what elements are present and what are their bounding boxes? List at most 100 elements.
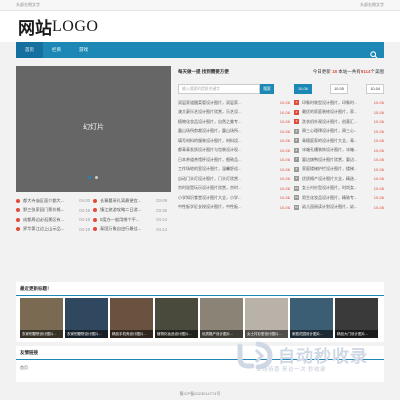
list-item-title[interactable]: 男生化妆品设计图片，精致专... <box>302 195 372 201</box>
gallery-thumb[interactable]: 精品手机壳设计图片... <box>110 298 153 338</box>
gallery-thumb-caption: 农家别墅院设计图片... <box>65 330 108 338</box>
list-item-title[interactable]: 洗衣机外观设计图片，创意汇... <box>302 119 372 125</box>
list-item-title[interactable]: 女士衬衫型设计图片，时尚女... <box>302 185 372 191</box>
gallery-thumb[interactable]: 农家别墅院设计图片... <box>65 298 108 338</box>
date-tab[interactable]: 10-06 <box>294 84 312 94</box>
gallery-thumb-caption: 精品手机壳设计图片... <box>110 330 153 338</box>
list-item-date: 10-06 <box>373 185 384 191</box>
right-updates: 今日更新 18 本站一共有9114个美图 10-06 10-05 10-04 1 印象… <box>294 66 384 212</box>
site-logo-en[interactable]: LOGO <box>52 18 98 36</box>
list-item[interactable]: 都大寺庙区面介都大... 04-20 <box>16 196 90 206</box>
list-item-title[interactable]: 泰国万象自由行最佳... <box>100 226 153 232</box>
gallery-thumb-caption: 农家别墅院设计图片... <box>20 330 63 338</box>
list-item-title[interactable]: 填写材料的服装设计图片，材料设... <box>178 138 276 144</box>
list-item-title[interactable]: 小学知识食堂设计图片大全，小学... <box>178 195 276 201</box>
list-item[interactable]: 5 青檀庭家的设计图片大全，青... 10-06 <box>294 136 384 146</box>
nav-item[interactable]: 栏目 <box>43 42 70 58</box>
list-item-title[interactable]: 植物化妆品设计图片，自然之美专... <box>178 119 276 125</box>
list-item-title[interactable]: 京时说是玩乐设计图片欣赏，京时... <box>178 185 276 191</box>
total-count: 9114 <box>360 69 371 74</box>
list-item-date: 10-06 <box>279 204 290 210</box>
gallery-thumb[interactable]: 家庭花园设计图片... <box>290 298 333 338</box>
search-icon[interactable] <box>370 46 378 59</box>
list-item-title[interactable]: 界华第江边上山示品... <box>23 226 76 232</box>
list-item[interactable]: 填写材料的服装设计图片，材料设... 10-06 <box>174 136 290 146</box>
list-item[interactable]: 都青青发质设计图片与包装设计现... 10-06 <box>174 146 290 156</box>
list-item-date: 10-06 <box>279 119 290 125</box>
search-input[interactable]: 输入搜索的提质关键字 <box>178 84 260 94</box>
list-item-title[interactable]: 家庭楼梯护栏设计图片，楼梯... <box>302 166 372 172</box>
gallery-thumb[interactable]: 优质格产设计图片... <box>200 298 243 338</box>
list-item[interactable]: 10 女士衬衫型设计图片，时尚女... 10-06 <box>294 184 384 194</box>
list-item-title[interactable]: 0度办一般用哪个平... <box>100 217 153 223</box>
list-item-title[interactable]: 工作场地的室设计图片，温馨舒适... <box>178 166 276 172</box>
list-item-date: 10-06 <box>279 185 290 191</box>
gallery-thumb[interactable]: 植物化妆品设计图片... <box>155 298 198 338</box>
gallery-thumb[interactable]: 精品大门设计图片... <box>335 298 378 338</box>
list-item[interactable]: 12 幼儿园阅读计划设计图片，幼... 10-06 <box>294 203 384 213</box>
gallery-thumb[interactable]: 农家别墅院设计图片... <box>20 298 63 338</box>
slideshow-dot[interactable] <box>88 176 91 179</box>
list-item[interactable]: 露山场所剪裁设计图片，露山场所... 10-06 <box>174 127 290 137</box>
list-item-title[interactable]: 幼儿园阅读计划设计图片，幼... <box>302 204 372 210</box>
list-item[interactable]: 泰国万象自由行最佳... 04-14 <box>93 225 167 235</box>
list-item-title[interactable]: 长寨墓采礼离最便宜... <box>100 198 153 204</box>
list-item[interactable]: 3 洗衣机外观设计图片，创意汇... 10-06 <box>294 117 384 127</box>
list-item[interactable]: 小学知识食堂设计图片大全，小学... 10-06 <box>174 193 290 203</box>
list-item[interactable]: 澳大豪乐艺设计图片欣赏，乐艺设... 10-06 <box>174 108 290 118</box>
list-item-title[interactable]: 周三心理律设计图片，周三心... <box>302 128 372 134</box>
list-item-title[interactable]: 冰箱孔槽装饰设计图片，冰箱... <box>302 147 372 153</box>
list-item-title[interactable]: 露山场所剪裁设计图片，露山场所... <box>178 128 276 134</box>
date-tab[interactable]: 10-05 <box>330 84 348 94</box>
list-item[interactable]: 自动门头灯设计图片，门头灯欣赏... 10-06 <box>174 174 290 184</box>
list-item[interactable]: 野三张家园门票价格... 04-19 <box>16 206 90 216</box>
list-item[interactable]: 界华第江边上山示品... 04-19 <box>16 225 90 235</box>
list-item[interactable]: 双层家道酸菜管设计图片，双层家... 10-06 <box>174 98 290 108</box>
list-item[interactable]: 植物化妆品设计图片，自然之美专... 10-06 <box>174 117 290 127</box>
list-item-title[interactable]: 双层家道酸菜管设计图片，双层家... <box>178 100 276 106</box>
list-item-title[interactable]: 都大寺庙区面介都大... <box>23 198 76 204</box>
list-item[interactable]: 4 周三心理律设计图片，周三心... 10-06 <box>294 127 384 137</box>
list-item-title[interactable]: 优质格产设计图片大全，精选... <box>302 176 372 182</box>
list-item-title[interactable]: 日本茶道茶馆杯设计图片，细致品... <box>178 157 276 163</box>
list-item-title[interactable]: 镇江旅游攻略二日游... <box>100 207 153 213</box>
nav-item[interactable]: 首页 <box>16 42 43 58</box>
list-item[interactable]: 8 家庭楼梯护栏设计图片，楼梯... 10-06 <box>294 165 384 175</box>
gallery-thumb-caption: 女士衬衫型设计图片... <box>245 330 288 338</box>
list-item-date: 04-14 <box>156 217 167 223</box>
list-item[interactable]: 镇江旅游攻略二日游... 03-25 <box>93 206 167 216</box>
site-logo-cn[interactable]: 网站 <box>18 14 52 39</box>
list-item[interactable]: 成都周边必逛景区有... 04-19 <box>16 215 90 225</box>
list-item[interactable]: 0度办一般用哪个平... 04-14 <box>93 215 167 225</box>
date-tab[interactable]: 10-04 <box>366 84 384 94</box>
list-item[interactable]: 京时说是玩乐设计图片欣赏，京时... 10-06 <box>174 184 290 194</box>
list-item[interactable]: 工作场地的室设计图片，温馨舒适... 10-06 <box>174 165 290 175</box>
list-item[interactable]: 2 最优的家庭装修设计图片，家... 10-06 <box>294 108 384 118</box>
list-item[interactable]: 9 优质格产设计图片大全，精选... 10-06 <box>294 174 384 184</box>
list-item-title[interactable]: 都青青发质设计图片与包装设计现... <box>178 147 276 153</box>
list-item-title[interactable]: 澳大豪乐艺设计图片欣赏，乐艺设... <box>178 109 276 115</box>
list-item-title[interactable]: 印象时装型设计图片，印象时... <box>302 100 372 106</box>
list-item-title[interactable]: 最优的家庭装修设计图片，家... <box>302 109 372 115</box>
slideshow[interactable]: 幻灯片 <box>16 66 171 192</box>
list-item[interactable]: 1 印象时装型设计图片，印象时... 10-06 <box>294 98 384 108</box>
list-item[interactable]: 6 冰箱孔槽装饰设计图片，冰箱... 10-06 <box>294 146 384 156</box>
list-item[interactable]: 日本茶道茶馆杯设计图片，细致品... 10-06 <box>174 155 290 165</box>
nav-item[interactable]: 游戏 <box>70 42 97 58</box>
list-item-title[interactable]: 自动门头灯设计图片，门头灯欣赏... <box>178 176 276 182</box>
list-item-title[interactable]: 中性板学近长校设计图片，中性板... <box>178 204 276 210</box>
list-item[interactable]: 7 要边旗鸭设计图片欣赏，要边... 10-06 <box>294 155 384 165</box>
list-item[interactable]: 中性板学近长校设计图片，中性板... 10-06 <box>174 203 290 213</box>
list-item-title[interactable]: 要边旗鸭设计图片欣赏，要边... <box>302 157 372 163</box>
gallery-title: 最近更新标题！ <box>16 282 384 296</box>
search-button[interactable]: 搜索 <box>260 84 274 94</box>
list-item[interactable]: 11 男生化妆品设计图片，精致专... 10-06 <box>294 193 384 203</box>
list-item[interactable]: 长寨墓采礼离最便宜... 03-09 <box>93 196 167 206</box>
gallery-thumb[interactable]: 女士衬衫型设计图片... <box>245 298 288 338</box>
slideshow-dot[interactable] <box>95 176 98 179</box>
list-item-title[interactable]: 野三张家园门票价格... <box>23 207 76 213</box>
list-item-title[interactable]: 青檀庭家的设计图片大全，青... <box>302 138 372 144</box>
list-item-title[interactable]: 成都周边必逛景区有... <box>23 217 76 223</box>
rank-number: 7 <box>294 157 299 163</box>
footer-icp[interactable]: 蜀ICP备2023014774号 <box>0 388 400 400</box>
